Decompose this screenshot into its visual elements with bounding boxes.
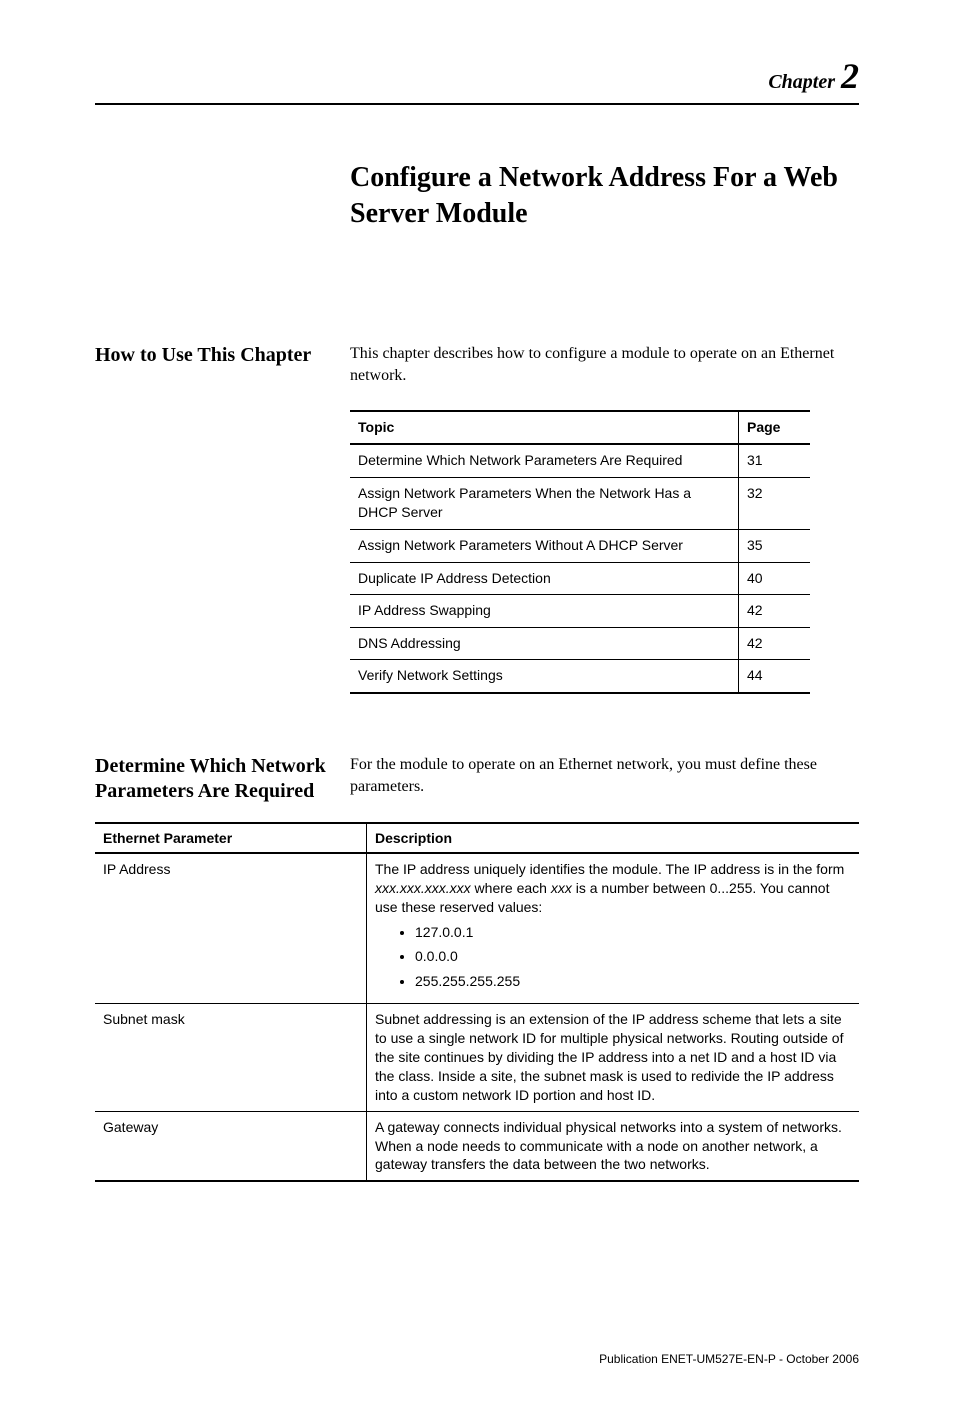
- page-cell: 40: [739, 562, 811, 595]
- desc-cell: A gateway connects individual physical n…: [367, 1111, 860, 1181]
- topic-cell: Determine Which Network Parameters Are R…: [350, 444, 739, 477]
- desc-cell: Subnet addressing is an extension of the…: [367, 1004, 860, 1111]
- section-heading-determine-params: Determine Which Network Parameters Are R…: [95, 754, 350, 804]
- topic-header-topic: Topic: [350, 411, 739, 445]
- table-row: Subnet mask Subnet addressing is an exte…: [95, 1004, 859, 1111]
- page-cell: 32: [739, 477, 811, 529]
- desc-cell: The IP address uniquely identifies the m…: [367, 853, 860, 1004]
- table-row: Assign Network Parameters Without A DHCP…: [350, 529, 810, 562]
- table-row: Determine Which Network Parameters Are R…: [350, 444, 810, 477]
- chapter-number: 2: [841, 56, 859, 96]
- page-title: Configure a Network Address For a Web Se…: [350, 160, 850, 233]
- chapter-header: Chapter 2: [95, 55, 859, 97]
- header-rule: [95, 103, 859, 105]
- topic-cell: Assign Network Parameters Without A DHCP…: [350, 529, 739, 562]
- table-row: Gateway A gateway connects individual ph…: [95, 1111, 859, 1181]
- topic-cell: IP Address Swapping: [350, 595, 739, 628]
- section-body: This chapter describes how to configure …: [350, 343, 859, 388]
- topic-cell: DNS Addressing: [350, 627, 739, 660]
- desc-text: The IP address uniquely identifies the m…: [375, 861, 844, 877]
- section-heading-how-to-use: How to Use This Chapter: [95, 343, 350, 368]
- list-item: 255.255.255.255: [415, 972, 851, 991]
- param-cell: Gateway: [95, 1111, 367, 1181]
- param-table: Ethernet Parameter Description IP Addres…: [95, 822, 859, 1182]
- desc-text-italic: xxx.xxx.xxx.xxx: [375, 880, 471, 896]
- list-item: 127.0.0.1: [415, 923, 851, 942]
- desc-text-italic: xxx: [551, 880, 572, 896]
- topic-cell: Assign Network Parameters When the Netwo…: [350, 477, 739, 529]
- page-cell: 35: [739, 529, 811, 562]
- page-cell: 44: [739, 660, 811, 693]
- page-cell: 31: [739, 444, 811, 477]
- param-cell: IP Address: [95, 853, 367, 1004]
- topic-cell: Duplicate IP Address Detection: [350, 562, 739, 595]
- table-row: DNS Addressing42: [350, 627, 810, 660]
- page-cell: 42: [739, 627, 811, 660]
- param-header-desc: Description: [367, 823, 860, 853]
- table-row: Verify Network Settings44: [350, 660, 810, 693]
- param-cell: Subnet mask: [95, 1004, 367, 1111]
- topic-table: Topic Page Determine Which Network Param…: [350, 410, 810, 694]
- topic-header-page: Page: [739, 411, 811, 445]
- desc-text: where each: [471, 880, 551, 896]
- param-header-param: Ethernet Parameter: [95, 823, 367, 853]
- table-row: Duplicate IP Address Detection40: [350, 562, 810, 595]
- table-row: Assign Network Parameters When the Netwo…: [350, 477, 810, 529]
- publication-footer: Publication ENET-UM527E-EN-P - October 2…: [95, 1352, 859, 1366]
- topic-cell: Verify Network Settings: [350, 660, 739, 693]
- table-row: IP Address Swapping42: [350, 595, 810, 628]
- section-body: For the module to operate on an Ethernet…: [350, 754, 859, 799]
- table-row: IP Address The IP address uniquely ident…: [95, 853, 859, 1004]
- list-item: 0.0.0.0: [415, 947, 851, 966]
- page-cell: 42: [739, 595, 811, 628]
- reserved-list: 127.0.0.1 0.0.0.0 255.255.255.255: [375, 923, 851, 992]
- chapter-word: Chapter: [768, 71, 835, 93]
